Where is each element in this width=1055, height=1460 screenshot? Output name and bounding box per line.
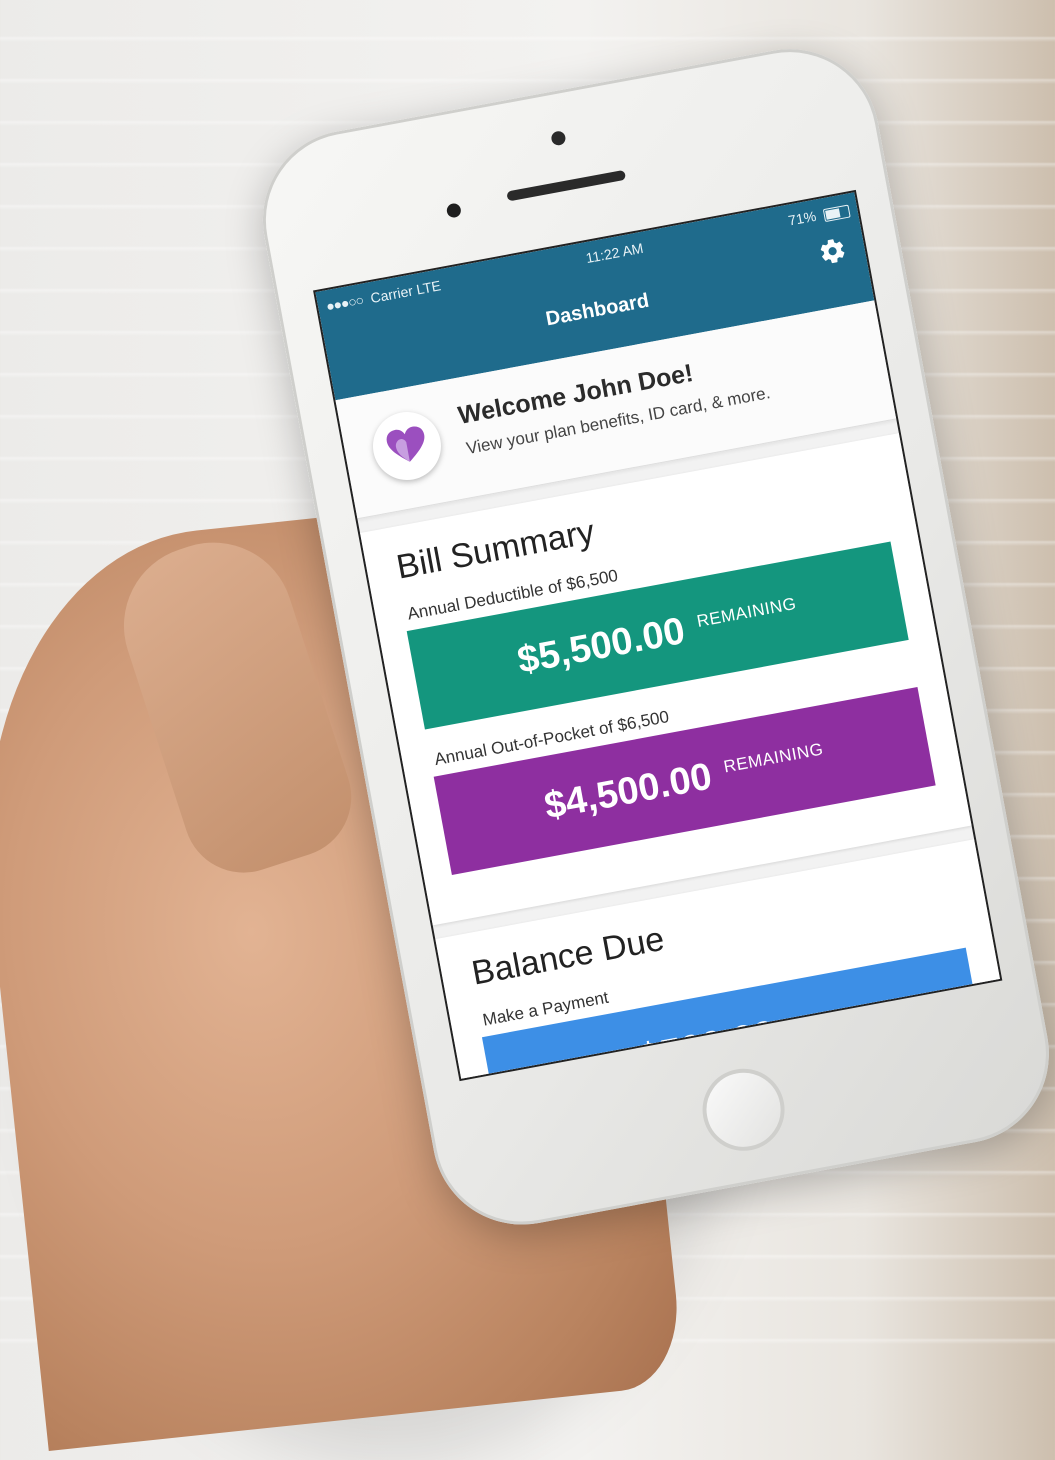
balance-amount: $500.00 xyxy=(636,1012,779,1079)
status-time: 11:22 AM xyxy=(584,239,645,267)
battery-icon xyxy=(822,204,851,222)
deductible-status: REMAINING xyxy=(695,593,798,631)
carrier-name: Carrier xyxy=(369,282,415,307)
network-type: LTE xyxy=(415,277,443,298)
heart-icon xyxy=(386,426,425,462)
phone-screen: ●●●○○ Carrier LTE 11:22 AM 71% Dashboard xyxy=(313,189,1003,1082)
gear-icon xyxy=(820,239,845,264)
earpiece-speaker xyxy=(506,169,627,202)
battery-percent: 71% xyxy=(786,207,818,229)
battery-status: 71% xyxy=(787,202,851,229)
proximity-sensor xyxy=(445,202,463,219)
signal-icon: ●●●○○ xyxy=(324,291,365,315)
out-of-pocket-amount: $4,500.00 xyxy=(541,754,716,828)
deductible-amount: $5,500.00 xyxy=(514,609,689,682)
bill-summary-section: Bill Summary Annual Deductible of $6,500… xyxy=(360,433,972,926)
out-of-pocket-status: REMAINING xyxy=(722,739,825,777)
avatar xyxy=(367,406,447,486)
carrier-info: ●●●○○ Carrier LTE xyxy=(325,277,442,314)
settings-button[interactable] xyxy=(816,235,849,268)
balance-status: DUE xyxy=(786,1008,827,1035)
home-button[interactable] xyxy=(695,1062,792,1158)
front-camera xyxy=(550,130,567,147)
